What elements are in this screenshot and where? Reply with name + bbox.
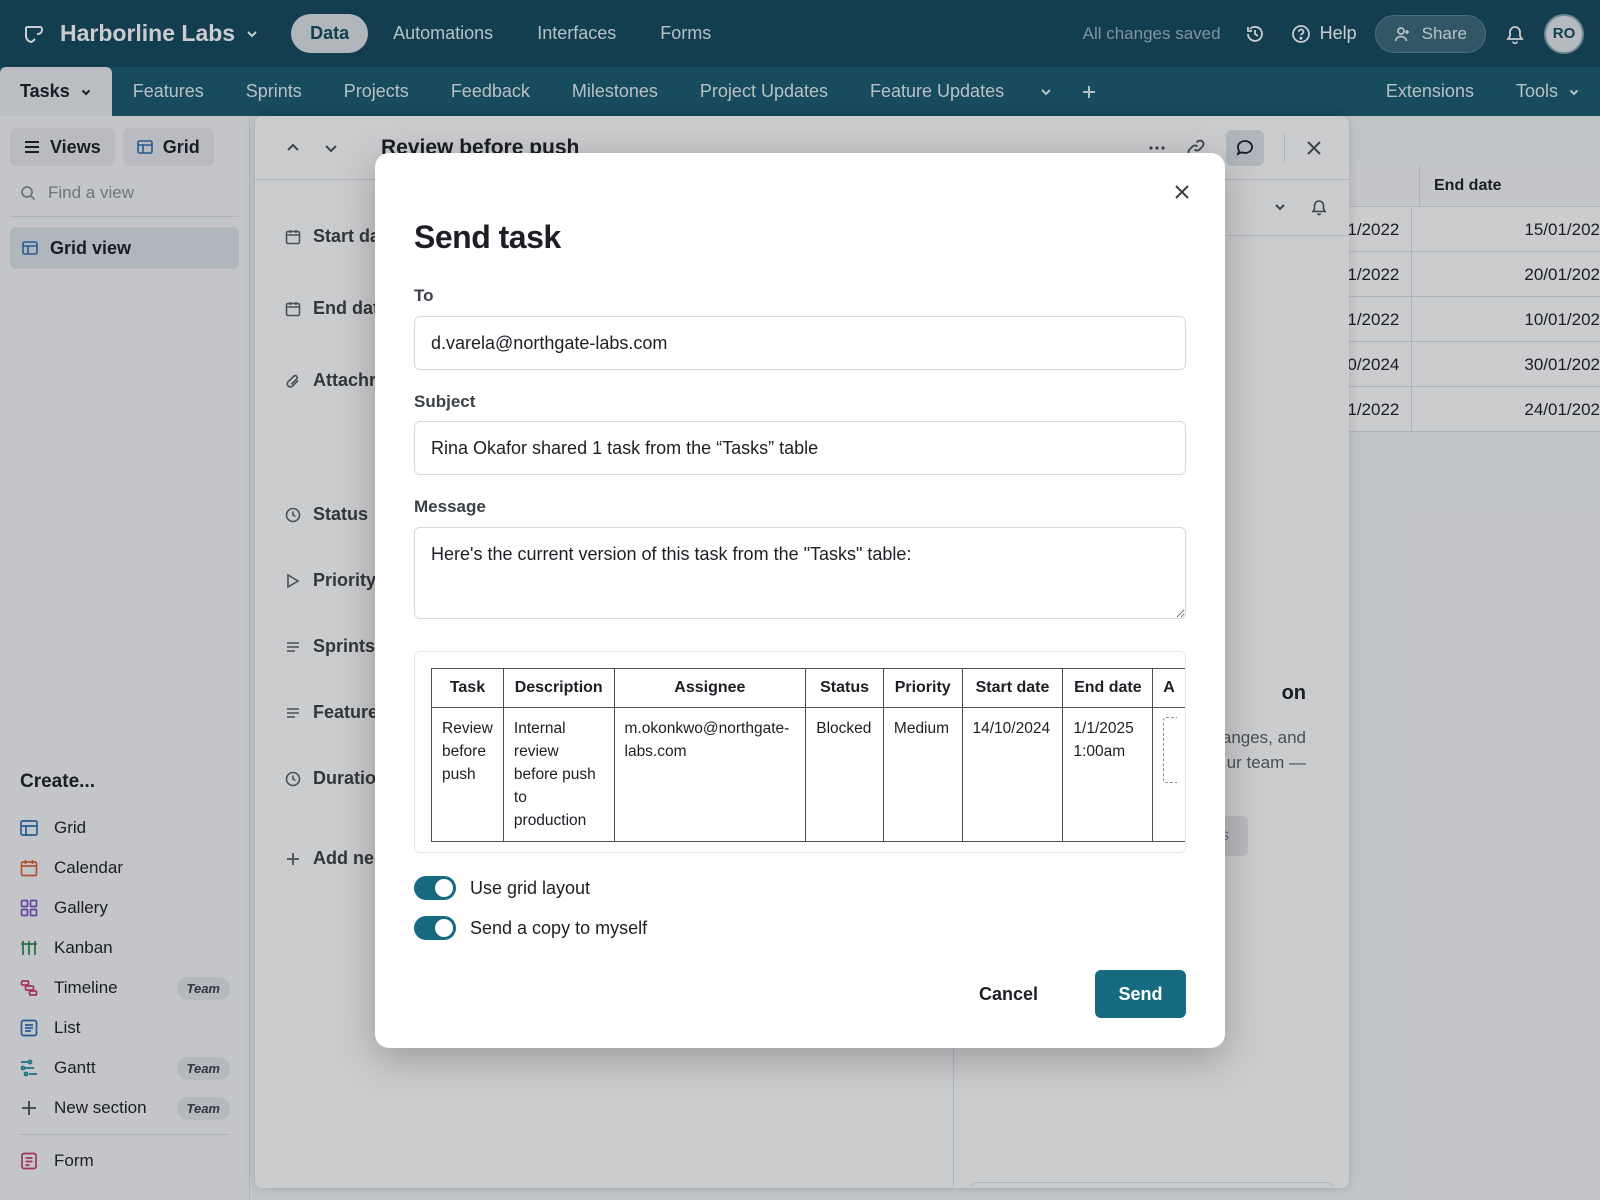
subject-input[interactable]: [414, 421, 1186, 475]
subject-label: Subject: [414, 392, 476, 411]
to-email-input[interactable]: [414, 316, 1186, 370]
use-grid-layout-toggle[interactable]: [414, 876, 456, 900]
send-copy-toggle[interactable]: [414, 916, 456, 940]
message-textarea[interactable]: Here's the current version of this task …: [414, 527, 1186, 619]
preview-cell-description: Internal review before push to productio…: [502, 707, 615, 842]
preview-header-priority: Priority: [882, 668, 963, 708]
cancel-button[interactable]: Cancel: [969, 970, 1048, 1018]
to-label: To: [414, 286, 434, 305]
preview-cell-task: Review before push: [431, 707, 504, 842]
preview-header-attachments: A: [1152, 668, 1185, 708]
preview-cell-assignee: m.okonkwo@northgate-labs.com: [613, 707, 807, 842]
preview-cell-end-date: 1/1/2025 1:00am: [1062, 707, 1154, 842]
send-copy-row: Send a copy to myself: [414, 916, 647, 940]
table-row: Review before push Internal review befor…: [431, 707, 1185, 842]
preview-header-start-date: Start date: [961, 668, 1064, 708]
preview-cell-priority: Medium: [882, 707, 963, 842]
use-grid-layout-label: Use grid layout: [470, 877, 591, 898]
task-preview: Task Description Assignee Status Priorit…: [414, 651, 1186, 853]
send-copy-label: Send a copy to myself: [470, 917, 648, 938]
use-grid-layout-row: Use grid layout: [414, 876, 590, 900]
dialog-title: Send task: [414, 219, 561, 255]
preview-header-task: Task: [431, 668, 504, 708]
preview-header-row: Task Description Assignee Status Priorit…: [431, 668, 1185, 708]
send-button[interactable]: Send: [1095, 970, 1186, 1018]
attachment-thumbnail: [1163, 717, 1178, 783]
preview-header-description: Description: [502, 668, 615, 708]
preview-header-end-date: End date: [1062, 668, 1154, 708]
send-task-dialog: Send task To Subject Message Here's the …: [375, 153, 1225, 1048]
preview-header-assignee: Assignee: [613, 668, 807, 708]
preview-cell-status: Blocked: [805, 707, 884, 842]
close-dialog-icon[interactable]: [1173, 183, 1191, 201]
message-label: Message: [414, 497, 486, 516]
preview-header-status: Status: [805, 668, 884, 708]
task-preview-table: Task Description Assignee Status Priorit…: [431, 668, 1185, 842]
preview-cell-attachments: [1152, 707, 1185, 842]
preview-cell-start-date: 14/10/2024: [961, 707, 1064, 842]
